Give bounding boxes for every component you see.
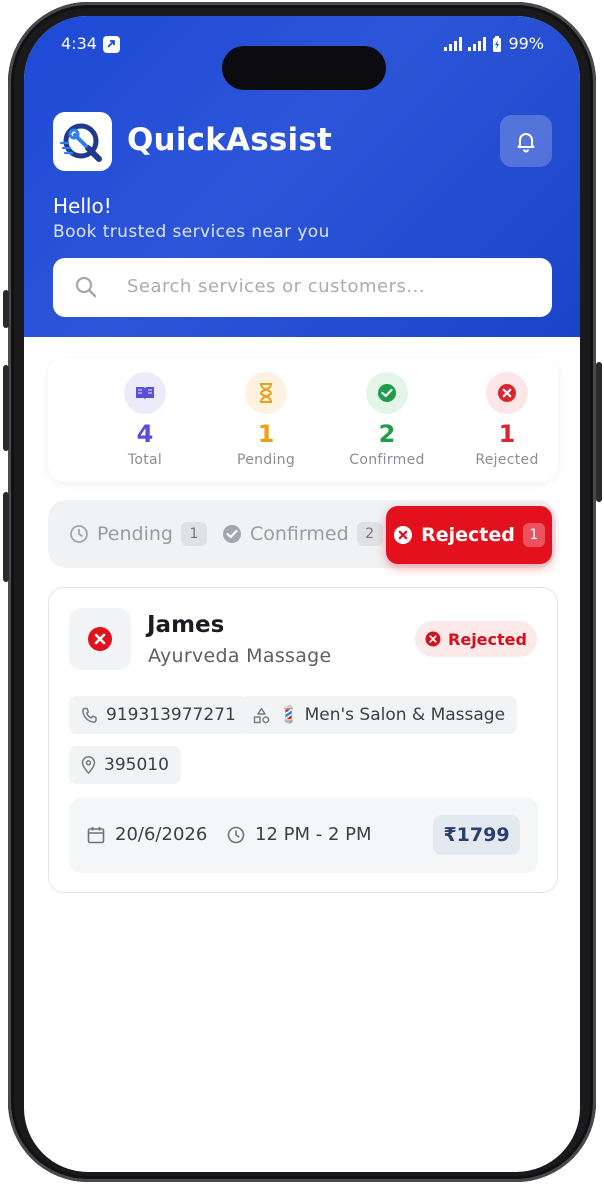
tab-count: 1 xyxy=(180,522,207,546)
phone-icon xyxy=(82,707,97,723)
booking-date: 20/6/2026 xyxy=(87,824,207,845)
book-icon xyxy=(136,387,154,400)
time-slot: 12 PM - 2 PM xyxy=(255,824,372,845)
signal-icon xyxy=(468,36,487,51)
customer-name: James xyxy=(147,612,225,638)
status-badge-label: Rejected xyxy=(448,629,527,649)
phone-number: 919313977271 xyxy=(106,705,236,725)
stat-value: 1 xyxy=(498,420,516,448)
x-circle-icon xyxy=(425,631,441,647)
phone-chip[interactable]: 919313977271 xyxy=(69,696,248,734)
stat-value: 2 xyxy=(378,420,396,448)
status-badge: Rejected xyxy=(415,621,537,657)
booking-status-avatar xyxy=(69,608,131,670)
tab-confirmed[interactable]: Confirmed 2 xyxy=(222,516,383,552)
notifications-button[interactable] xyxy=(500,115,552,167)
booking-card[interactable]: James Ayurveda Massage Rejected 91931397… xyxy=(48,587,558,893)
shapes-icon xyxy=(253,707,270,723)
price-badge: ₹1799 xyxy=(433,815,520,855)
header: 4:34 99% QuickAssist Hello! Book trusted… xyxy=(24,16,580,337)
check-circle-icon xyxy=(223,525,241,543)
status-right: 99% xyxy=(444,34,544,53)
service-category: 💈 Men's Salon & Massage xyxy=(278,705,506,725)
tab-rejected[interactable]: Rejected 1 xyxy=(386,506,552,564)
stat-value: 4 xyxy=(136,420,154,448)
check-circle-icon xyxy=(378,384,396,402)
clock-icon xyxy=(227,826,245,843)
bell-icon xyxy=(517,133,535,153)
x-circle-icon xyxy=(498,384,516,402)
stat-bubble xyxy=(366,372,408,414)
screen: 4:34 99% QuickAssist Hello! Book trusted… xyxy=(24,16,580,1172)
map-pin-icon xyxy=(81,756,96,774)
stat-bubble xyxy=(245,372,287,414)
stat-label: Total xyxy=(127,452,163,468)
tab-label: Pending xyxy=(97,523,173,545)
tab-count: 1 xyxy=(522,523,545,547)
stat-bubble xyxy=(124,372,166,414)
search-input[interactable]: Search services or customers... xyxy=(53,258,552,317)
calendar-icon xyxy=(87,826,105,843)
tab-label: Rejected xyxy=(421,524,515,546)
stat-value: 1 xyxy=(257,420,275,448)
pincode: 395010 xyxy=(104,755,169,775)
stat-label: Confirmed xyxy=(349,452,425,468)
signal-icon xyxy=(444,36,463,51)
booking-schedule: 20/6/2026 12 PM - 2 PM ₹1799 xyxy=(69,798,538,873)
stat-label: Rejected xyxy=(475,452,539,468)
stat-label: Pending xyxy=(236,452,296,468)
stats-summary: 4 Total 1 Pending 2 Confirmed 1 Rejected xyxy=(48,358,558,482)
stat-pending[interactable]: 1 Pending xyxy=(206,372,326,468)
date-value: 20/6/2026 xyxy=(115,824,208,845)
search-placeholder: Search services or customers... xyxy=(127,276,426,297)
side-button xyxy=(3,290,9,328)
app-notification-icon xyxy=(103,36,120,53)
app-title: QuickAssist xyxy=(127,122,333,158)
tab-count: 2 xyxy=(356,522,383,546)
service-name: Ayurveda Massage xyxy=(148,645,332,667)
side-button xyxy=(3,492,9,582)
hourglass-icon xyxy=(259,383,273,403)
stat-rejected[interactable]: 1 Rejected xyxy=(447,372,567,468)
search-icon xyxy=(75,276,97,302)
clock-icon xyxy=(70,525,88,543)
x-circle-icon xyxy=(394,526,413,544)
status-time: 4:34 xyxy=(61,34,97,53)
greeting: Hello! xyxy=(53,194,112,218)
side-button xyxy=(596,362,602,502)
booking-time: 12 PM - 2 PM xyxy=(227,824,372,845)
category-chip: 💈 Men's Salon & Massage xyxy=(241,696,518,734)
stat-total[interactable]: 4 Total xyxy=(85,372,205,468)
x-circle-icon xyxy=(88,627,112,651)
stat-bubble xyxy=(486,372,528,414)
battery-charging-icon xyxy=(493,35,502,52)
side-button xyxy=(3,365,9,451)
app-logo xyxy=(53,112,112,171)
dynamic-island xyxy=(222,46,386,90)
stat-confirmed[interactable]: 2 Confirmed xyxy=(327,372,447,468)
tab-label: Confirmed xyxy=(250,523,349,545)
greeting-subtitle: Book trusted services near you xyxy=(53,222,330,242)
tab-pending[interactable]: Pending 1 xyxy=(69,516,207,552)
battery-level: 99% xyxy=(508,34,544,53)
location-chip: 395010 xyxy=(69,746,181,784)
